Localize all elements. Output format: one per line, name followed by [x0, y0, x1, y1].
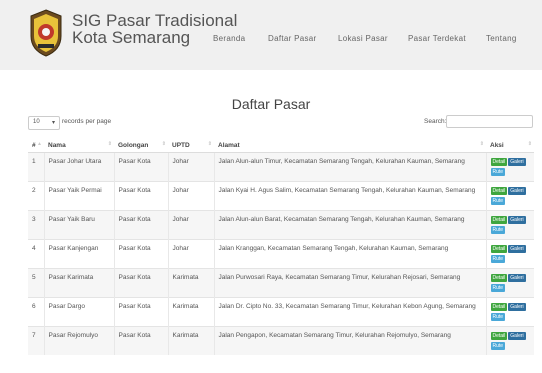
sort-icon: ⇕ [207, 141, 212, 147]
detail-button[interactable]: Detail [490, 274, 508, 282]
galeri-button[interactable]: Galeri [508, 187, 526, 195]
cell-nama: Pasar Johar Utara [43, 152, 114, 182]
cell-alamat: Jalan Pengapon, Kecamatan Semarang Timur… [213, 326, 486, 355]
table-header-row: # ▲ Nama ⇕ Golongan ⇕ UPTD ⇕ Alamat ⇕ Aksi ⇕ [28, 138, 534, 153]
cell-nama: Pasar Dargo [43, 297, 114, 327]
rute-button[interactable]: Rute [490, 197, 506, 205]
sort-asc-icon: ▲ [37, 141, 42, 147]
cell-no: 2 [28, 181, 44, 211]
cell-golongan: Pasar Kota [113, 297, 168, 327]
cell-uptd: Johar [167, 210, 214, 240]
rute-button[interactable]: Rute [490, 168, 506, 176]
nav-lokasi-pasar[interactable]: Lokasi Pasar [338, 34, 388, 43]
search-label: Search: [424, 118, 447, 125]
sort-icon: ⇕ [161, 141, 166, 147]
cell-no: 7 [28, 326, 44, 355]
sort-icon: ⇕ [527, 141, 532, 147]
cell-alamat: Jalan Kranggan, Kecamatan Semarang Tenga… [213, 239, 486, 269]
galeri-button[interactable]: Galeri [508, 274, 526, 282]
market-table: # ▲ Nama ⇕ Golongan ⇕ UPTD ⇕ Alamat ⇕ Aksi ⇕ 1… [28, 138, 534, 355]
cell-nama: Pasar Rejomulyo [43, 326, 114, 355]
cell-uptd: Johar [167, 152, 214, 182]
cell-no: 4 [28, 239, 44, 269]
col-header-golongan[interactable]: Golongan ⇕ [114, 138, 168, 153]
col-header-no[interactable]: # ▲ [28, 138, 44, 153]
rute-button[interactable]: Rute [490, 226, 506, 234]
rute-button[interactable]: Rute [490, 313, 506, 321]
cell-golongan: Pasar Kota [113, 268, 168, 298]
records-per-page-label: records per page [62, 118, 112, 125]
detail-button[interactable]: Detail [490, 332, 508, 340]
cell-golongan: Pasar Kota [113, 239, 168, 269]
cell-alamat: Jalan Alun-alun Barat, Kecamatan Semaran… [213, 210, 486, 240]
table-row: 2 Pasar Yaik Permai Pasar Kota Johar Jalan K… [28, 181, 534, 211]
cell-uptd: Johar [167, 181, 214, 211]
col-header-nama[interactable]: Nama ⇕ [44, 138, 114, 153]
galeri-button[interactable]: Galeri [508, 332, 526, 340]
site-title-line1: SIG Pasar Tradisional [72, 11, 238, 30]
rute-button[interactable]: Rute [490, 284, 506, 292]
cell-nama: Pasar Karimata [43, 268, 114, 298]
nav-pasar-terdekat[interactable]: Pasar Terdekat [408, 34, 466, 43]
cell-golongan: Pasar Kota [113, 181, 168, 211]
cell-alamat: Jalan Alun-alun Timur, Kecamatan Semaran… [213, 152, 486, 182]
cell-uptd: Karimata [167, 268, 214, 298]
top-navbar: SIG Pasar Tradisional Kota Semarang Bera… [0, 0, 542, 70]
cell-golongan: Pasar Kota [113, 152, 168, 182]
page-title: Daftar Pasar [231, 96, 311, 112]
nav-beranda[interactable]: Beranda [213, 34, 245, 43]
records-per-page-select[interactable]: 10 ▾ [28, 116, 60, 130]
galeri-button[interactable]: Galeri [508, 245, 526, 253]
cell-aksi: Detail GaleriRute [485, 239, 534, 269]
table-row: 5 Pasar Karimata Pasar Kota Karimata Jalan P… [28, 268, 534, 298]
table-row: 3 Pasar Yaik Baru Pasar Kota Johar Jalan Alu… [28, 210, 534, 240]
cell-aksi: Detail GaleriRute [485, 326, 534, 355]
cell-golongan: Pasar Kota [113, 326, 168, 355]
cell-alamat: Jalan Kyai H. Agus Salim, Kecamatan Sema… [213, 181, 486, 211]
detail-button[interactable]: Detail [490, 245, 508, 253]
table-row: 6 Pasar Dargo Pasar Kota Karimata Jalan Dr. … [28, 297, 534, 327]
records-per-page-value: 10 [33, 119, 40, 125]
cell-nama: Pasar Kanjengan [43, 239, 114, 269]
cell-golongan: Pasar Kota [113, 210, 168, 240]
detail-button[interactable]: Detail [490, 303, 508, 311]
cell-aksi: Detail GaleriRute [485, 268, 534, 298]
cell-no: 1 [28, 152, 44, 182]
cell-nama: Pasar Yaik Permai [43, 181, 114, 211]
cell-uptd: Karimata [167, 297, 214, 327]
table-row: 4 Pasar Kanjengan Pasar Kota Johar Jalan Kra… [28, 239, 534, 269]
cell-uptd: Johar [167, 239, 214, 269]
col-header-alamat[interactable]: Alamat ⇕ [214, 138, 486, 153]
rute-button[interactable]: Rute [490, 342, 506, 350]
cell-alamat: Jalan Dr. Cipto No. 33, Kecamatan Semara… [213, 297, 486, 327]
rute-button[interactable]: Rute [490, 255, 506, 263]
cell-aksi: Detail GaleriRute [485, 210, 534, 240]
semarang-city-emblem-icon[interactable] [28, 8, 64, 58]
search-input[interactable] [446, 115, 533, 128]
cell-aksi: Detail GaleriRute [485, 152, 534, 182]
detail-button[interactable]: Detail [490, 187, 508, 195]
detail-button[interactable]: Detail [490, 158, 508, 166]
table-row: 1 Pasar Johar Utara Pasar Kota Johar Jalan A… [28, 152, 534, 182]
sort-icon: ⇕ [479, 141, 484, 147]
chevron-down-icon: ▾ [51, 120, 55, 126]
galeri-button[interactable]: Galeri [508, 303, 526, 311]
cell-alamat: Jalan Purwosari Raya, Kecamatan Semarang… [213, 268, 486, 298]
col-header-uptd[interactable]: UPTD ⇕ [168, 138, 214, 153]
cell-uptd: Karimata [167, 326, 214, 355]
cell-aksi: Detail GaleriRute [485, 181, 534, 211]
cell-aksi: Detail GaleriRute [485, 297, 534, 327]
galeri-button[interactable]: Galeri [508, 216, 526, 224]
cell-no: 6 [28, 297, 44, 327]
cell-no: 3 [28, 210, 44, 240]
cell-no: 5 [28, 268, 44, 298]
col-header-aksi[interactable]: Aksi ⇕ [486, 138, 534, 153]
nav-daftar-pasar[interactable]: Daftar Pasar [268, 34, 317, 43]
sort-icon: ⇕ [107, 141, 112, 147]
detail-button[interactable]: Detail [490, 216, 508, 224]
cell-nama: Pasar Yaik Baru [43, 210, 114, 240]
table-row: 7 Pasar Rejomulyo Pasar Kota Karimata Jalan … [28, 326, 534, 355]
galeri-button[interactable]: Galeri [508, 158, 526, 166]
nav-tentang[interactable]: Tentang [486, 34, 517, 43]
